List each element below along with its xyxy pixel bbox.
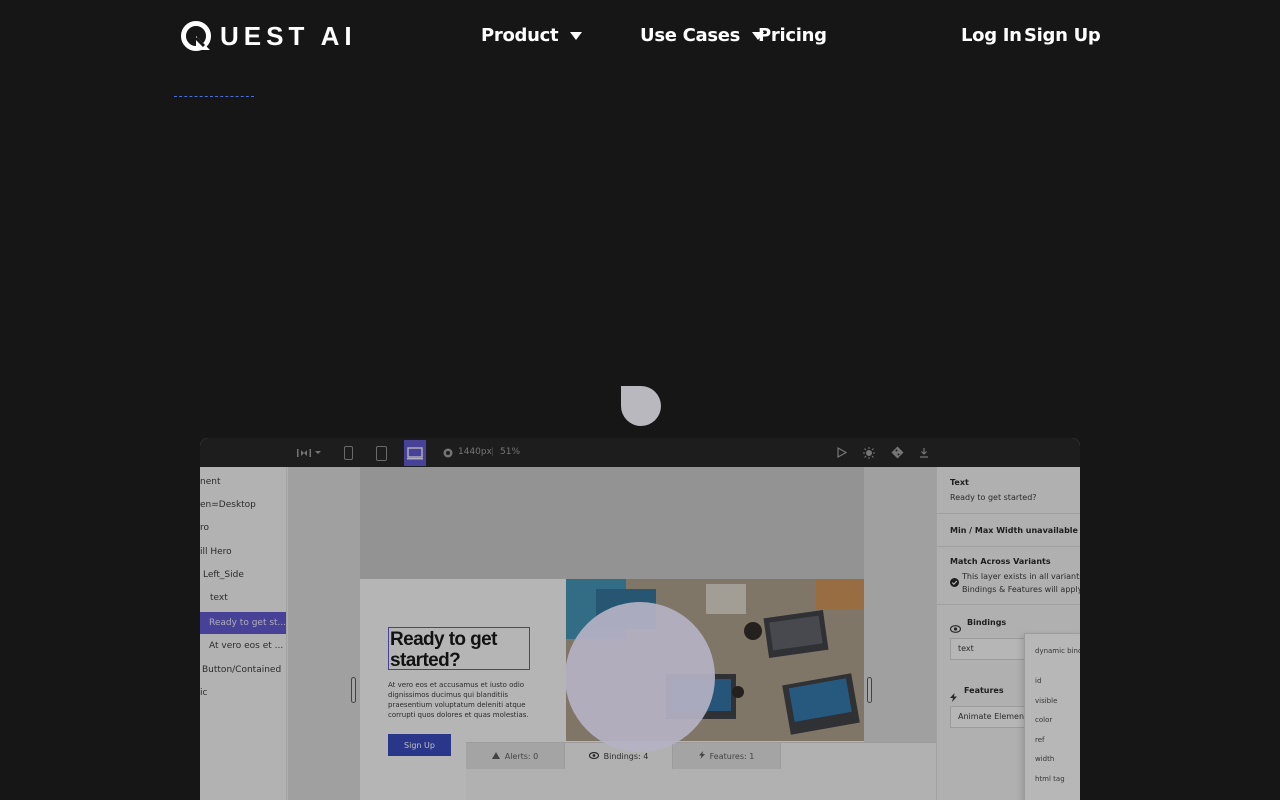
toolbar-divider: | xyxy=(491,447,495,457)
resize-handle-right[interactable] xyxy=(867,677,872,703)
play-icon[interactable] xyxy=(836,445,848,460)
download-icon[interactable] xyxy=(918,445,930,460)
quest-ai-logo[interactable]: UEST AI xyxy=(180,18,357,54)
canvas-width-label: 1440px xyxy=(458,447,492,457)
warning-icon xyxy=(491,751,500,761)
prop-match-label: Match Across Variants xyxy=(950,557,1051,566)
dropdown-option[interactable]: html tag xyxy=(1035,774,1065,784)
tab-alerts[interactable]: Alerts: 0 xyxy=(466,743,565,769)
tab-alerts-label: Alerts: 0 xyxy=(504,751,539,761)
signup-link[interactable]: Sign Up xyxy=(1024,24,1101,48)
dropdown-option[interactable]: color xyxy=(1035,715,1052,725)
logo-text: UEST AI xyxy=(220,21,357,51)
chevron-down-icon xyxy=(570,32,583,40)
prop-text-label: Text xyxy=(950,478,969,487)
resize-handle-left[interactable] xyxy=(351,677,356,703)
divider xyxy=(937,546,1080,547)
dropdown-option[interactable]: ref xyxy=(1035,735,1045,745)
binding-field[interactable]: text xyxy=(950,638,1030,660)
prop-match-note-2: Bindings & Features will apply to xyxy=(962,585,1080,594)
dynamic-bind-dropdown[interactable]: dynamic bind id visible color ref width … xyxy=(1024,633,1080,800)
refresh-icon[interactable] xyxy=(443,445,453,460)
decorative-dashed-line xyxy=(174,96,254,97)
tab-bindings-label: Bindings: 4 xyxy=(603,751,649,761)
prop-features-label: Features xyxy=(964,686,1004,695)
dropdown-option[interactable]: id xyxy=(1035,676,1041,686)
layer-item[interactable]: ic xyxy=(200,682,207,704)
layer-item-selected[interactable]: Ready to get st... xyxy=(200,612,286,634)
dropdown-option[interactable]: width xyxy=(1035,754,1054,764)
nav-product[interactable]: Product xyxy=(481,24,583,48)
layer-item[interactable]: en=Desktop xyxy=(200,494,256,516)
layers-panel: nent en=Desktop ro ill Hero Left_Side te… xyxy=(200,467,287,800)
git-icon[interactable] xyxy=(890,445,904,460)
loading-indicator xyxy=(621,386,661,426)
login-link[interactable]: Log In xyxy=(961,24,1022,48)
desktop-device-icon xyxy=(407,447,423,460)
nav-use-cases[interactable]: Use Cases xyxy=(640,24,765,48)
tab-features-label: Features: 1 xyxy=(709,751,755,761)
video-play-overlay[interactable] xyxy=(565,602,715,752)
bindings-icon xyxy=(588,751,599,761)
lightning-icon xyxy=(698,751,705,761)
desktop-device-active[interactable] xyxy=(404,440,426,466)
divider xyxy=(937,513,1080,514)
tablet-device-icon[interactable] xyxy=(376,446,387,461)
nav-use-cases-label: Use Cases xyxy=(640,25,741,46)
nav-product-label: Product xyxy=(481,25,559,46)
zoom-label: 51% xyxy=(500,447,521,457)
editor-toolbar: 1440px | 51% xyxy=(200,438,1080,467)
layer-item[interactable]: ill Hero xyxy=(200,541,232,563)
divider xyxy=(937,604,1080,605)
nav-pricing[interactable]: Pricing xyxy=(758,24,827,48)
check-circle-icon xyxy=(950,572,959,591)
layer-item[interactable]: Button/Contained xyxy=(200,659,281,681)
layer-item[interactable]: Left_Side xyxy=(200,564,244,586)
tab-features[interactable]: Features: 1 xyxy=(673,743,781,769)
artboard-paragraph[interactable]: At vero eos et accusamus et iusto odio d… xyxy=(388,680,542,720)
lightning-icon xyxy=(950,687,957,706)
artboard-heading[interactable]: Ready to get started? xyxy=(388,627,530,671)
prop-text-value[interactable]: Ready to get started? xyxy=(950,492,1037,503)
layer-item[interactable]: text xyxy=(200,587,228,609)
dropdown-header: dynamic bind xyxy=(1035,647,1080,655)
chevron-down-icon[interactable] xyxy=(314,445,322,460)
layer-item[interactable]: ro xyxy=(200,517,209,539)
bug-icon[interactable] xyxy=(862,445,876,460)
mobile-device-icon[interactable] xyxy=(344,446,353,460)
breakpoints-icon[interactable] xyxy=(297,445,311,460)
layer-item[interactable]: At vero eos et ... xyxy=(200,635,283,657)
dropdown-option[interactable]: visible xyxy=(1035,696,1057,706)
logo-q-icon xyxy=(180,20,212,52)
artboard-signup-button[interactable]: Sign Up xyxy=(388,734,451,756)
prop-minmax-note: Min / Max Width unavailable on Fixed xyxy=(950,526,1080,535)
layer-item[interactable]: nent xyxy=(200,471,220,493)
bindings-icon xyxy=(949,618,962,637)
prop-bindings-label: Bindings xyxy=(967,618,1007,627)
prop-match-note-1: This layer exists in all variants. xyxy=(962,572,1080,581)
canvas-upper-area xyxy=(360,467,864,579)
